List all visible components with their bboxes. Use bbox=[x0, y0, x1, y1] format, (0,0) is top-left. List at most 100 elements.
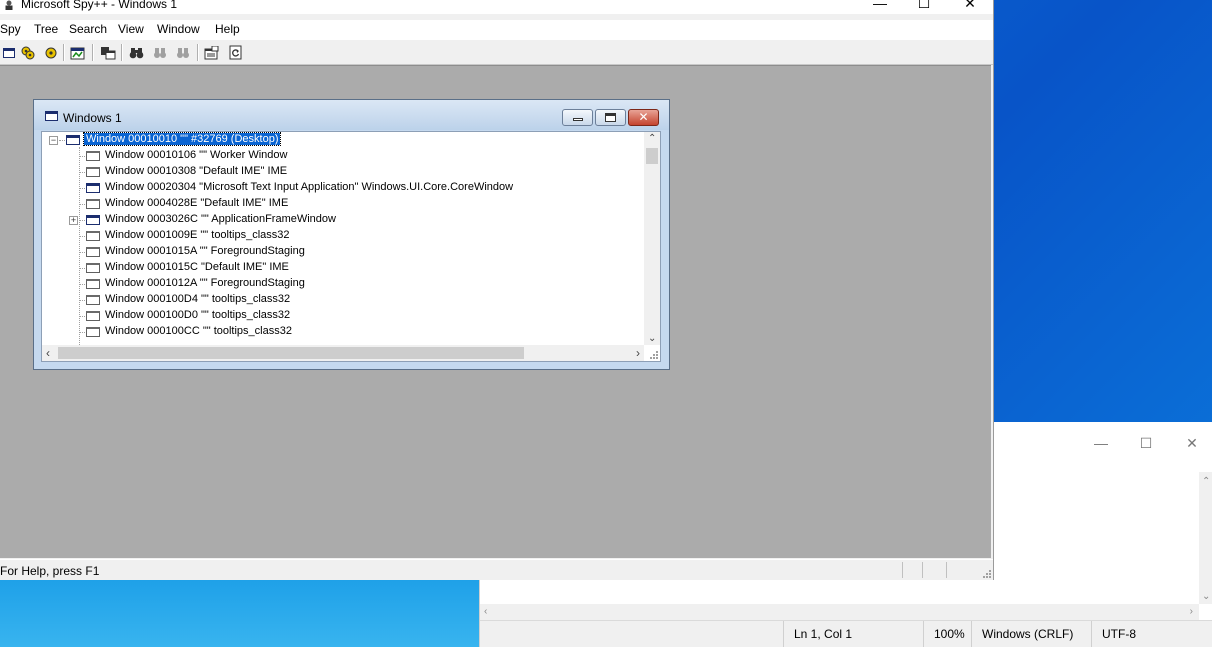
window-icon bbox=[86, 247, 100, 257]
restore-icon bbox=[605, 113, 616, 122]
menu-spy[interactable]: Spy bbox=[0, 22, 21, 36]
scroll-down-icon[interactable]: ⌄ bbox=[1202, 591, 1210, 602]
resize-grip-icon[interactable] bbox=[981, 568, 991, 578]
tree-line bbox=[80, 300, 85, 301]
tree-item-label: Window 0001009E "" tooltips_class32 bbox=[105, 229, 290, 241]
window-icon bbox=[66, 135, 80, 145]
properties-icon[interactable] bbox=[203, 44, 220, 61]
log-messages-icon[interactable] bbox=[69, 44, 86, 61]
find-previous-icon[interactable] bbox=[175, 44, 192, 61]
tree-item[interactable]: Window 0001015C "Default IME" IME bbox=[42, 260, 642, 276]
expand-icon[interactable]: + bbox=[69, 216, 78, 225]
close-button[interactable]: ✕ bbox=[1169, 428, 1212, 458]
scroll-down-icon[interactable]: ⌄ bbox=[648, 333, 656, 344]
tree-item[interactable]: Window 00020304 "Microsoft Text Input Ap… bbox=[42, 180, 642, 196]
notepad-horizontal-scrollbar[interactable]: ‹ › bbox=[480, 604, 1199, 621]
tree-horizontal-scrollbar[interactable]: ‹ › bbox=[42, 345, 644, 361]
threads-view-icon[interactable] bbox=[42, 44, 59, 61]
tree-rows: − Window 00010010 "" #32769 (Desktop) Wi… bbox=[42, 132, 644, 345]
processes-view-icon[interactable] bbox=[19, 44, 36, 61]
window-icon bbox=[86, 327, 100, 337]
tree-item-desktop[interactable]: − Window 00010010 "" #32769 (Desktop) bbox=[42, 132, 642, 148]
toolbar-separator bbox=[197, 44, 199, 61]
cursor-position: Ln 1, Col 1 bbox=[783, 621, 924, 647]
tree-line bbox=[80, 268, 85, 269]
tree-item[interactable]: Window 0001015A "" ForegroundStaging bbox=[42, 244, 642, 260]
tree-item-label: Window 000100D0 "" tooltips_class32 bbox=[105, 309, 291, 321]
tree-item-label: Window 00020304 "Microsoft Text Input Ap… bbox=[105, 181, 514, 193]
vertical-scroll-thumb[interactable] bbox=[646, 148, 658, 164]
child-minimize-button[interactable] bbox=[562, 109, 593, 126]
window-icon bbox=[86, 167, 100, 177]
minimize-button[interactable]: — bbox=[1078, 428, 1124, 458]
window-icon bbox=[86, 263, 100, 273]
tree-line bbox=[80, 284, 85, 285]
tree-item-label: Window 0004028E "Default IME" IME bbox=[105, 197, 289, 209]
status-pane bbox=[902, 562, 903, 578]
find-window-icon[interactable] bbox=[99, 44, 116, 61]
tree-item[interactable]: Window 0001012A "" ForegroundStaging bbox=[42, 276, 642, 292]
toolbar-separator bbox=[63, 44, 65, 61]
tree-item[interactable]: Window 000100D4 "" tooltips_class32 bbox=[42, 292, 642, 308]
menu-window[interactable]: Window bbox=[157, 22, 200, 36]
line-endings: Windows (CRLF) bbox=[971, 621, 1082, 647]
tree-item[interactable]: + Window 0003026C "" ApplicationFrameWin… bbox=[42, 212, 642, 228]
scroll-right-icon[interactable]: › bbox=[1190, 606, 1193, 617]
tree-line bbox=[80, 332, 85, 333]
maximize-button[interactable]: ☐ bbox=[1123, 428, 1169, 458]
scroll-right-icon[interactable]: › bbox=[636, 346, 640, 360]
encoding: UTF-8 bbox=[1091, 621, 1202, 647]
menu-bar: Spy Tree Search View Window Help bbox=[0, 20, 993, 40]
child-title-bar[interactable]: Windows 1 ✕ bbox=[34, 100, 669, 130]
tree-item[interactable]: Window 0001009E "" tooltips_class32 bbox=[42, 228, 642, 244]
tree-line bbox=[80, 172, 85, 173]
collapse-icon[interactable]: − bbox=[49, 136, 58, 145]
tree-item[interactable]: Window 000100D0 "" tooltips_class32 bbox=[42, 308, 642, 324]
tree-item[interactable]: Window 0004028E "Default IME" IME bbox=[42, 196, 642, 212]
child-restore-button[interactable] bbox=[595, 109, 626, 126]
binoculars-icon[interactable] bbox=[128, 44, 145, 61]
window-icon bbox=[45, 111, 58, 121]
tree-item[interactable]: Window 00010106 "" Worker Window bbox=[42, 148, 642, 164]
tree-line bbox=[80, 316, 85, 317]
close-button[interactable]: ✕ bbox=[947, 0, 993, 14]
menu-tree[interactable]: Tree bbox=[34, 22, 58, 36]
scroll-up-icon[interactable]: ⌃ bbox=[1202, 476, 1210, 487]
tree-line bbox=[79, 220, 85, 221]
window-tree[interactable]: − Window 00010010 "" #32769 (Desktop) Wi… bbox=[41, 131, 661, 362]
windows-view-icon[interactable] bbox=[0, 44, 17, 61]
spy-title-bar[interactable]: Microsoft Spy++ - Windows 1 — ☐ ✕ bbox=[0, 0, 993, 14]
tree-line bbox=[80, 204, 85, 205]
tree-item-label: Window 00010010 "" #32769 (Desktop) bbox=[82, 132, 282, 146]
menu-help[interactable]: Help bbox=[215, 22, 240, 36]
close-icon: ✕ bbox=[638, 110, 649, 124]
tree-item-label: Window 0003026C "" ApplicationFrameWindo… bbox=[105, 213, 336, 225]
minimize-button[interactable]: — bbox=[857, 0, 903, 14]
child-close-button[interactable]: ✕ bbox=[628, 109, 659, 126]
maximize-button[interactable]: ☐ bbox=[901, 0, 947, 14]
tree-line bbox=[80, 252, 85, 253]
tree-vertical-scrollbar[interactable]: ⌃ ⌄ bbox=[644, 132, 660, 345]
resize-grip-icon[interactable] bbox=[648, 349, 658, 359]
refresh-icon[interactable] bbox=[227, 44, 244, 61]
notepad-vertical-scrollbar[interactable]: ⌃ ⌄ bbox=[1199, 472, 1212, 604]
find-next-icon[interactable] bbox=[152, 44, 169, 61]
tree-item[interactable]: Window 00010308 "Default IME" IME bbox=[42, 164, 642, 180]
window-icon bbox=[86, 231, 100, 241]
spy-app-icon bbox=[5, 0, 13, 10]
tree-item-label: Window 00010308 "Default IME" IME bbox=[105, 165, 288, 177]
window-icon bbox=[86, 279, 100, 289]
windows-tree-window: Windows 1 ✕ − Window 00010010 "" #32769 … bbox=[33, 99, 670, 370]
menu-search[interactable]: Search bbox=[69, 22, 107, 36]
window-icon bbox=[86, 215, 100, 225]
tree-item-label: Window 000100CC "" tooltips_class32 bbox=[105, 325, 292, 337]
scroll-up-icon[interactable]: ⌃ bbox=[648, 133, 656, 144]
menu-view[interactable]: View bbox=[118, 22, 144, 36]
tree-item[interactable]: Window 000100CC "" tooltips_class32 bbox=[42, 324, 642, 340]
scroll-left-icon[interactable]: ‹ bbox=[484, 606, 487, 617]
tree-line bbox=[59, 140, 65, 141]
scroll-left-icon[interactable]: ‹ bbox=[46, 346, 50, 360]
horizontal-scroll-thumb[interactable] bbox=[58, 347, 524, 359]
minimize-icon bbox=[573, 118, 583, 121]
desktop-background bbox=[0, 578, 480, 647]
